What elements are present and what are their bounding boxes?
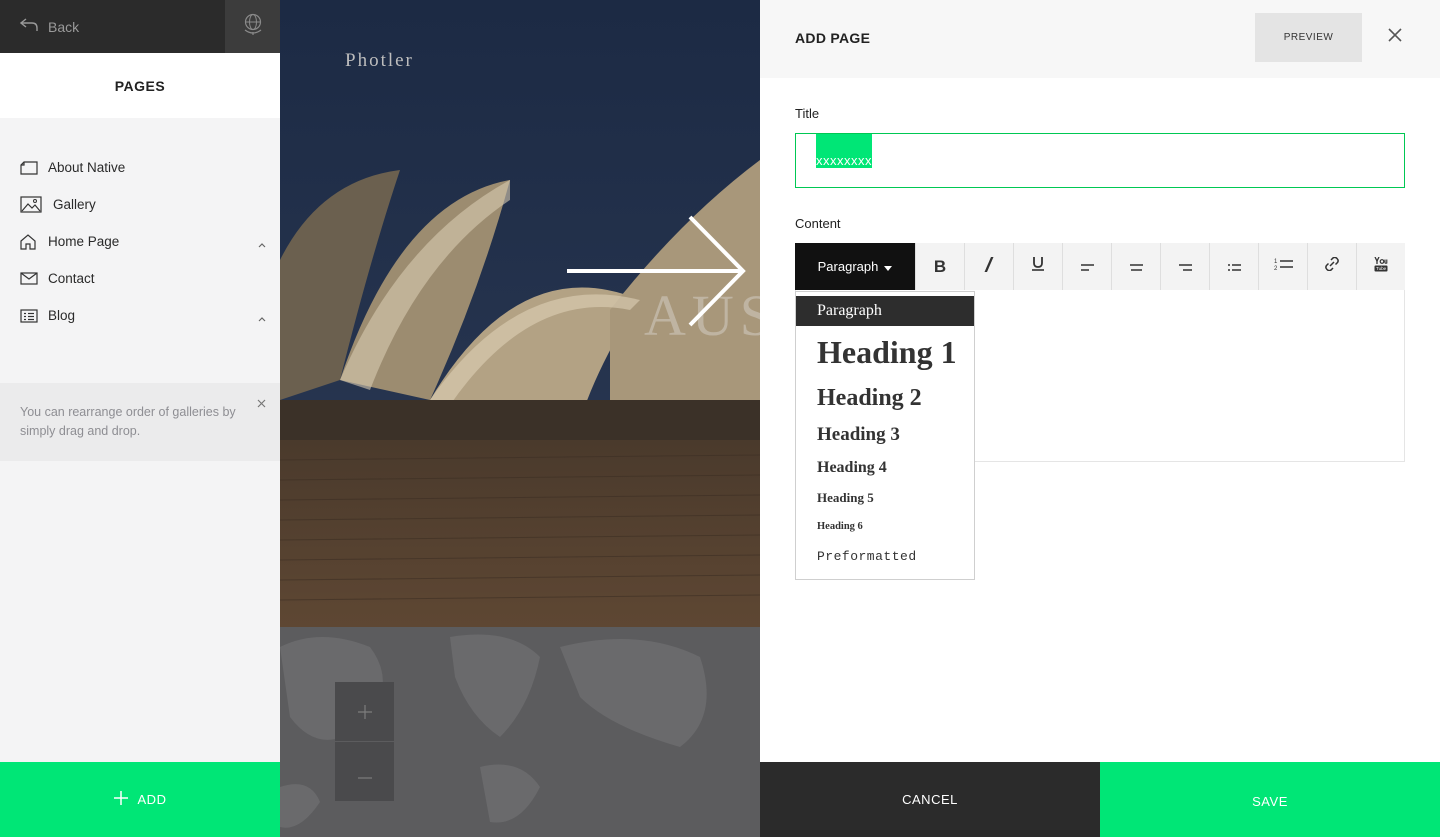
plus-icon bbox=[113, 791, 128, 808]
align-center-button[interactable] bbox=[1111, 243, 1160, 290]
cancel-button[interactable]: CANCEL bbox=[760, 762, 1100, 837]
back-button[interactable]: Back bbox=[19, 0, 80, 53]
italic-button[interactable] bbox=[964, 243, 1013, 290]
align-center-icon bbox=[1129, 258, 1143, 276]
page-list: About Native Gallery Home Page Contact B… bbox=[0, 149, 280, 334]
format-option-heading-6[interactable]: Heading 6 bbox=[796, 520, 974, 533]
arrow-right-icon[interactable] bbox=[565, 212, 750, 335]
close-icon[interactable] bbox=[257, 395, 266, 414]
back-label: Back bbox=[48, 18, 80, 35]
page-icon bbox=[20, 159, 40, 177]
pages-sidebar: Back PAGES About Native Gallery Home Pag bbox=[0, 0, 280, 837]
svg-text:2: 2 bbox=[1274, 266, 1278, 271]
bold-button[interactable]: B bbox=[915, 243, 964, 290]
format-option-heading-5[interactable]: Heading 5 bbox=[796, 490, 974, 505]
sidebar-item-label: Blog bbox=[48, 308, 76, 323]
home-icon bbox=[20, 233, 40, 251]
link-button[interactable] bbox=[1307, 243, 1356, 290]
tip-text: You can rearrange order of galleries by … bbox=[20, 405, 236, 438]
format-option-heading-2[interactable]: Heading 2 bbox=[796, 384, 974, 412]
format-select-value: Paragraph bbox=[817, 259, 879, 274]
sidebar-item-blog[interactable]: Blog bbox=[0, 297, 280, 334]
format-option-heading-1[interactable]: Heading 1 bbox=[796, 333, 974, 371]
format-dropdown: Paragraph Heading 1 Heading 2 Heading 3 … bbox=[795, 291, 975, 580]
link-icon bbox=[1325, 256, 1339, 276]
title-field-label: Title bbox=[795, 106, 820, 121]
zoom-out-button[interactable] bbox=[335, 742, 394, 801]
preview-button[interactable]: PREVIEW bbox=[1255, 13, 1362, 62]
sidebar-item-label: Gallery bbox=[53, 197, 96, 212]
pages-header: PAGES bbox=[0, 53, 280, 118]
sidebar-item-label: About Native bbox=[48, 160, 126, 175]
sidebar-item-home-page[interactable]: Home Page bbox=[0, 223, 280, 260]
content-field-label: Content bbox=[795, 216, 841, 231]
sidebar-topbar: Back bbox=[0, 0, 280, 53]
align-left-icon bbox=[1080, 258, 1094, 276]
zoom-in-button[interactable] bbox=[335, 682, 394, 741]
chevron-up-icon[interactable] bbox=[258, 310, 266, 325]
sidebar-item-label: Contact bbox=[48, 271, 95, 286]
panel-title: ADD PAGE bbox=[795, 30, 871, 46]
add-label: ADD bbox=[137, 792, 167, 807]
mail-icon bbox=[20, 270, 40, 288]
editor-toolbar: Paragraph B 1 2 Tube bbox=[795, 243, 1405, 290]
back-arrow-icon bbox=[19, 18, 38, 35]
sidebar-item-contact[interactable]: Contact bbox=[0, 260, 280, 297]
format-option-heading-3[interactable]: Heading 3 bbox=[796, 424, 974, 446]
youtube-icon: Tube bbox=[1374, 256, 1388, 277]
add-page-button[interactable]: ADD bbox=[0, 762, 280, 837]
save-button[interactable]: SAVE bbox=[1100, 762, 1440, 837]
underline-button[interactable] bbox=[1013, 243, 1062, 290]
format-option-heading-4[interactable]: Heading 4 bbox=[796, 459, 974, 477]
close-icon[interactable] bbox=[1388, 28, 1402, 47]
minus-icon bbox=[357, 759, 372, 785]
site-preview: Photler AUS bbox=[280, 0, 760, 837]
bold-icon: B bbox=[933, 256, 947, 276]
title-input-value: xxxxxxxx bbox=[816, 134, 872, 168]
bullet-list-button[interactable] bbox=[1209, 243, 1258, 290]
italic-icon bbox=[984, 256, 994, 277]
list-icon bbox=[20, 307, 40, 325]
image-icon bbox=[20, 196, 44, 214]
youtube-button[interactable]: Tube bbox=[1356, 243, 1405, 290]
svg-text:Tube: Tube bbox=[1376, 266, 1387, 271]
align-left-button[interactable] bbox=[1062, 243, 1111, 290]
underline-icon bbox=[1032, 257, 1044, 276]
site-name: Photler bbox=[345, 50, 414, 71]
chevron-up-icon[interactable] bbox=[258, 236, 266, 251]
sidebar-item-about-native[interactable]: About Native bbox=[0, 149, 280, 186]
title-input[interactable]: xxxxxxxx bbox=[795, 133, 1405, 188]
plus-icon bbox=[357, 699, 372, 725]
format-select[interactable]: Paragraph bbox=[795, 243, 915, 290]
format-option-paragraph[interactable]: Paragraph bbox=[796, 296, 974, 326]
rearrange-tip: You can rearrange order of galleries by … bbox=[0, 383, 280, 461]
globe-button[interactable] bbox=[225, 0, 280, 53]
globe-icon bbox=[242, 12, 264, 41]
sidebar-item-gallery[interactable]: Gallery bbox=[0, 186, 280, 223]
numbered-list-button[interactable]: 12 bbox=[1258, 243, 1307, 290]
svg-text:1: 1 bbox=[1274, 259, 1278, 265]
bullet-list-icon bbox=[1227, 258, 1241, 276]
format-option-preformatted[interactable]: Preformatted bbox=[796, 549, 974, 565]
numbered-list-icon: 12 bbox=[1274, 257, 1293, 276]
add-page-panel: ADD PAGE PREVIEW Title xxxxxxxx Content … bbox=[760, 0, 1440, 837]
align-right-icon bbox=[1178, 258, 1192, 276]
panel-header: ADD PAGE PREVIEW bbox=[760, 0, 1440, 78]
caret-down-icon bbox=[884, 259, 893, 274]
sidebar-item-label: Home Page bbox=[48, 234, 120, 249]
align-right-button[interactable] bbox=[1160, 243, 1209, 290]
